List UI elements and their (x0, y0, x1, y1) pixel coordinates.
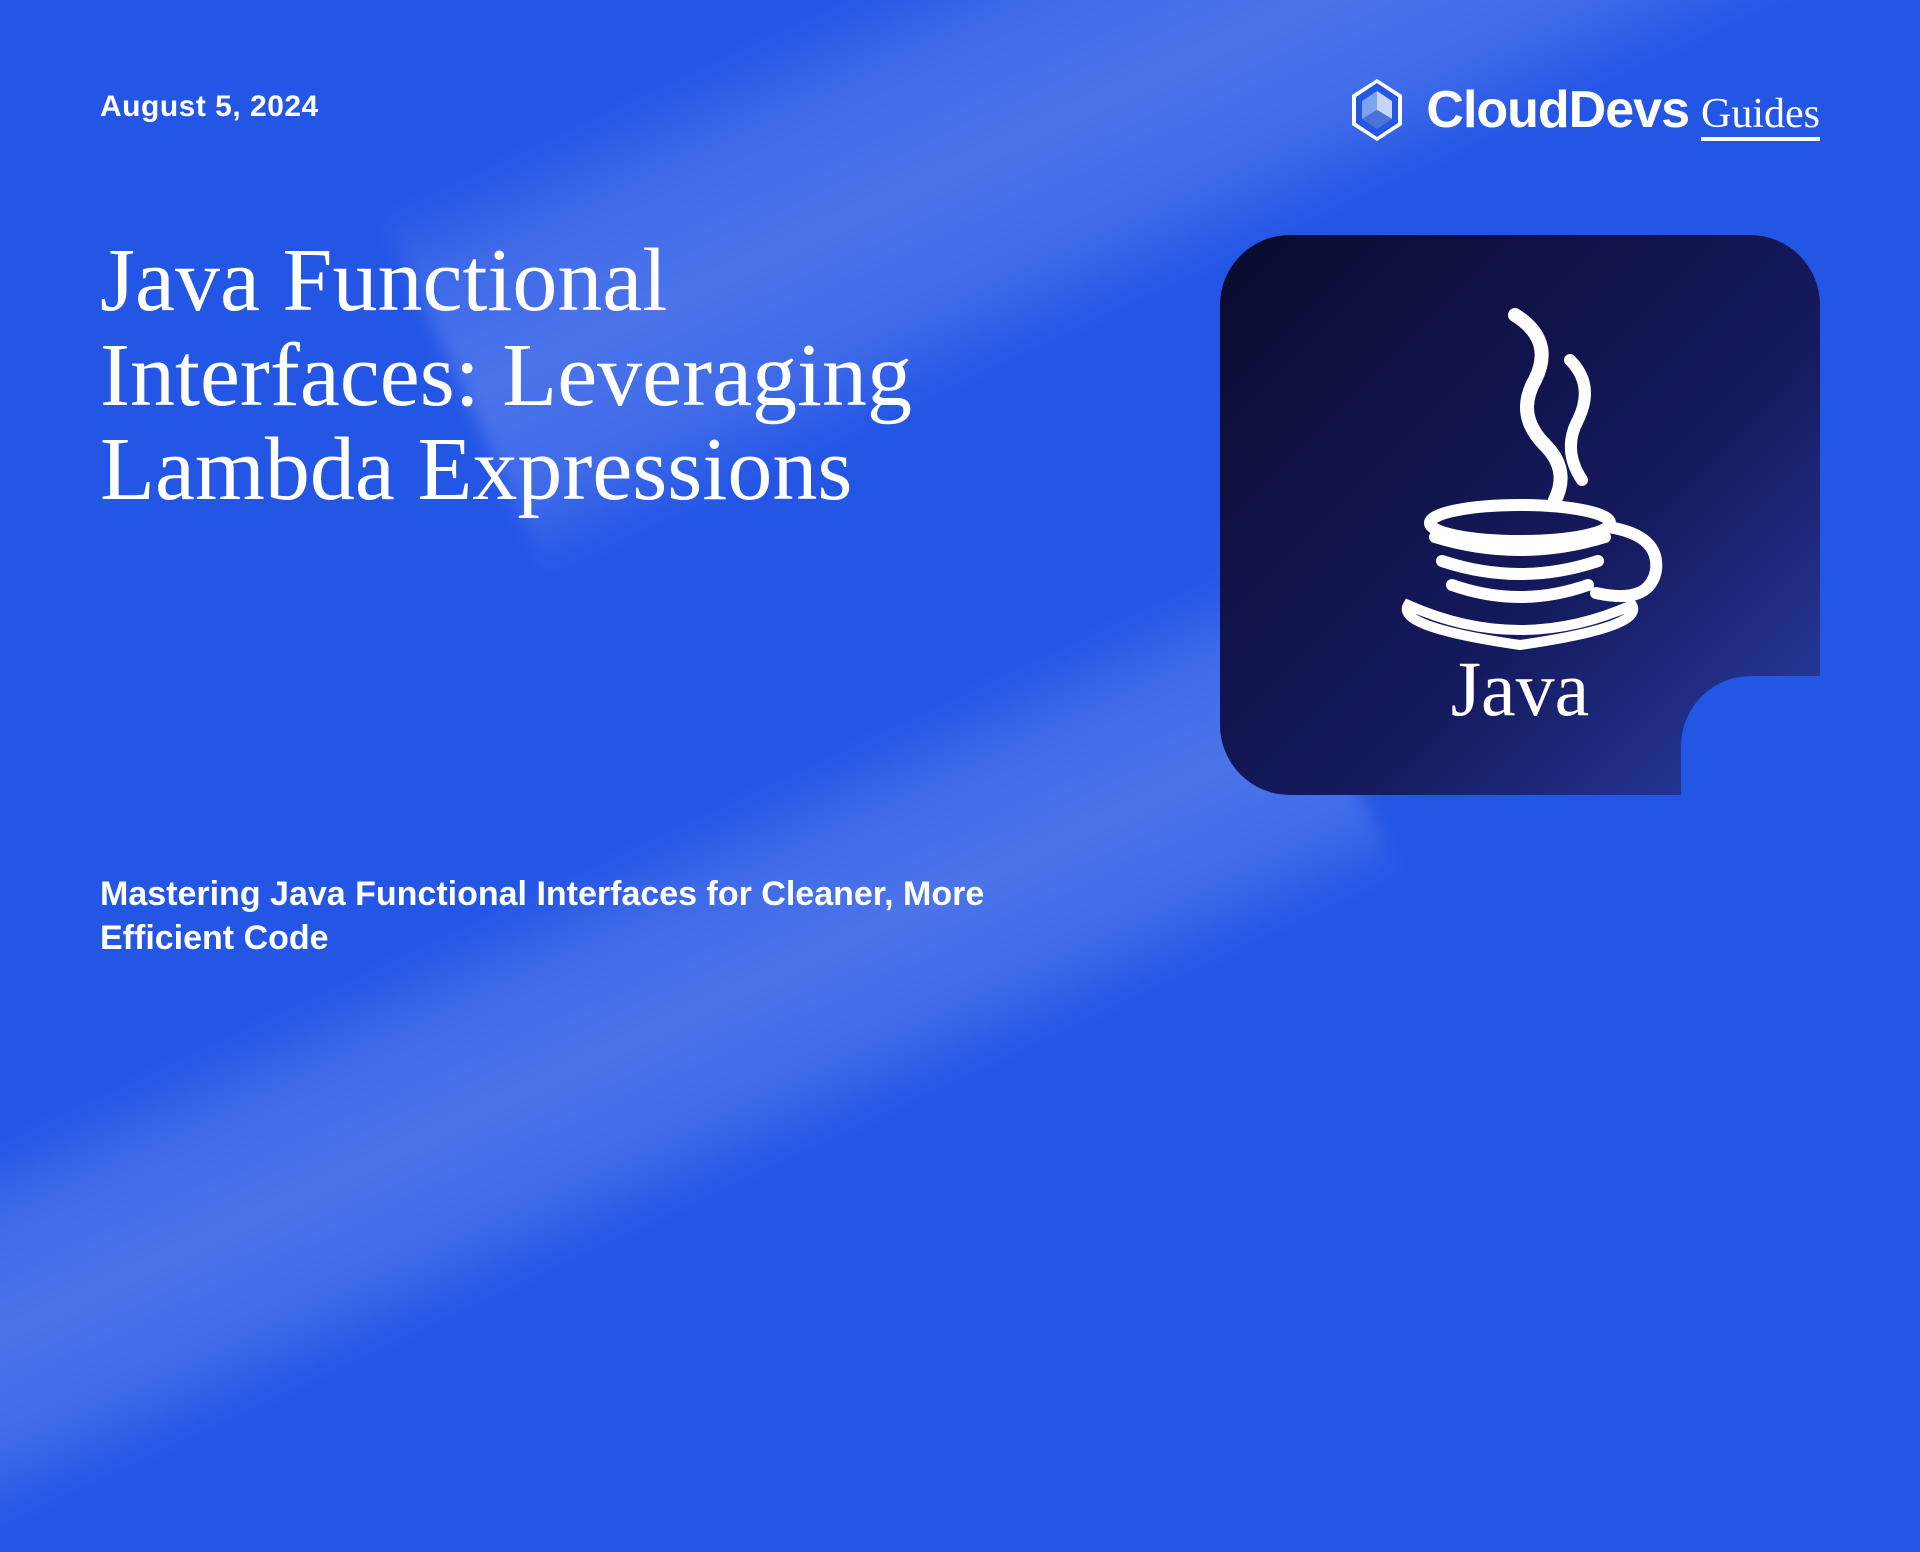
brand-logo: CloudDevs Guides (1342, 75, 1820, 145)
clouddevs-icon (1342, 75, 1412, 145)
content-area: August 5, 2024 Java Functional Interface… (0, 0, 1920, 1080)
java-icon: Java (1360, 305, 1680, 725)
page-title: Java Functional Interfaces: Leveraging L… (100, 234, 1000, 518)
brand-text: CloudDevs Guides (1426, 80, 1820, 141)
brand-name: CloudDevs (1426, 80, 1689, 140)
technology-card: Java (1220, 235, 1820, 795)
subtitle: Mastering Java Functional Interfaces for… (100, 872, 1000, 960)
brand-suffix: Guides (1701, 93, 1820, 141)
svg-text:Java: Java (1451, 645, 1590, 725)
